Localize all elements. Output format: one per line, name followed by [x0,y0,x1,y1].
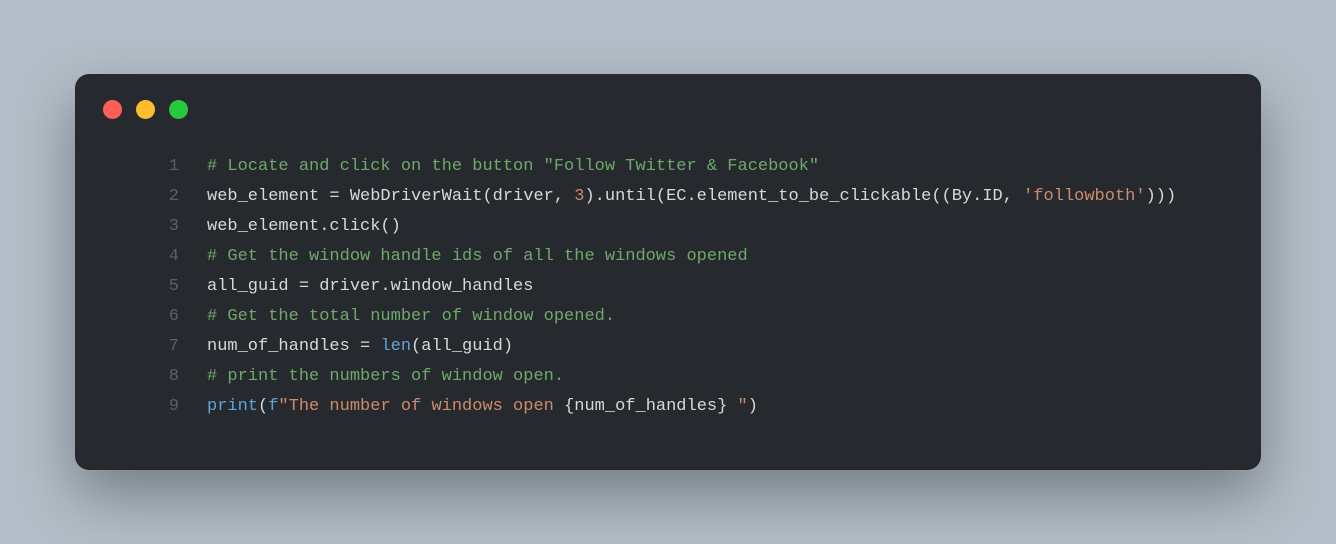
comment: # Get the total number of window opened. [207,307,615,326]
code-text: ))) [1146,187,1177,206]
code-window: 1 # Locate and click on the button "Foll… [75,74,1261,470]
code-line: 2 web_element = WebDriverWait(driver, 3)… [75,182,1261,212]
code-line: 4 # Get the window handle ids of all the… [75,242,1261,272]
code-text: {num_of_handles} [564,397,727,416]
line-number: 4 [75,242,207,272]
builtin: print [207,397,258,416]
code-text: ( [258,397,268,416]
line-number: 9 [75,392,207,422]
code-text: all_guid = driver.window_handles [207,277,533,296]
minimize-icon[interactable] [136,100,155,119]
code-text: web_element.click() [207,217,401,236]
line-number: 8 [75,362,207,392]
code-line: 9 print(f"The number of windows open {nu… [75,392,1261,422]
line-number: 6 [75,302,207,332]
code-text: web_element = WebDriverWait(driver, [207,187,574,206]
line-number: 2 [75,182,207,212]
code-line: 8 # print the numbers of window open. [75,362,1261,392]
line-number: 7 [75,332,207,362]
code-line: 6 # Get the total number of window opene… [75,302,1261,332]
code-line: 5 all_guid = driver.window_handles [75,272,1261,302]
string-literal: 'followboth' [1023,187,1145,206]
line-number: 5 [75,272,207,302]
code-text: ).until(EC.element_to_be_clickable((By.I… [584,187,1023,206]
f-prefix: f [268,397,278,416]
comment: # print the numbers of window open. [207,367,564,386]
comment: # Get the window handle ids of all the w… [207,247,748,266]
code-text: (all_guid) [411,337,513,356]
close-icon[interactable] [103,100,122,119]
builtin: len [380,337,411,356]
code-block: 1 # Locate and click on the button "Foll… [75,152,1261,422]
window-controls [103,100,188,119]
string-literal: " [727,397,747,416]
code-text: ) [748,397,758,416]
code-line: 3 web_element.click() [75,212,1261,242]
maximize-icon[interactable] [169,100,188,119]
code-line: 1 # Locate and click on the button "Foll… [75,152,1261,182]
line-number: 3 [75,212,207,242]
line-number: 1 [75,152,207,182]
code-text: num_of_handles = [207,337,380,356]
code-line: 7 num_of_handles = len(all_guid) [75,332,1261,362]
number-literal: 3 [574,187,584,206]
string-literal: "The number of windows open [278,397,564,416]
comment: # Locate and click on the button "Follow… [207,157,819,176]
